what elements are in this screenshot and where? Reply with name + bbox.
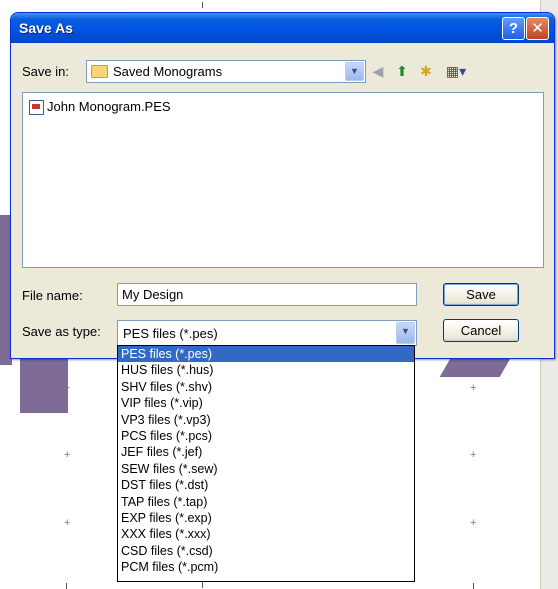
file-type-dropdown[interactable]: PES files (*.pes) HUS files (*.hus) SHV … bbox=[117, 345, 415, 582]
file-name-input[interactable]: My Design bbox=[117, 283, 417, 306]
folder-icon bbox=[91, 65, 108, 78]
dropdown-option[interactable]: PES files (*.pes) bbox=[118, 346, 414, 363]
grid-mark: + bbox=[470, 449, 477, 461]
help-icon[interactable]: ? bbox=[502, 17, 525, 40]
save-in-value: Saved Monograms bbox=[113, 64, 223, 79]
views-menu-icon[interactable]: ▦▾ bbox=[443, 62, 469, 80]
grid-mark: + bbox=[64, 382, 71, 394]
title-bar: Save As ? ✕ bbox=[11, 13, 554, 43]
save-as-dialog: Save As ? ✕ Save in: Saved Monograms ▼ ◀… bbox=[10, 12, 555, 359]
dropdown-option[interactable]: DST files (*.dst) bbox=[118, 477, 414, 493]
grid-mark: + bbox=[470, 517, 477, 529]
chevron-down-icon[interactable]: ▼ bbox=[396, 322, 415, 344]
save-as-type-label: Save as type: bbox=[22, 324, 101, 339]
save-as-type-select[interactable]: PES files (*.pes) ▼ bbox=[117, 320, 417, 346]
dropdown-option[interactable]: JEF files (*.jef) bbox=[118, 444, 414, 460]
back-icon[interactable]: ◀ bbox=[369, 62, 387, 80]
up-folder-icon[interactable]: ⬆ bbox=[393, 62, 411, 80]
file-name-label: File name: bbox=[22, 288, 83, 303]
pes-file-icon bbox=[29, 100, 44, 115]
dropdown-option[interactable]: TAP files (*.tap) bbox=[118, 494, 414, 510]
grid-mark: + bbox=[64, 517, 71, 529]
dropdown-option[interactable]: CSD files (*.csd) bbox=[118, 543, 414, 559]
dialog-title: Save As bbox=[19, 20, 73, 36]
dropdown-option[interactable]: PCM files (*.pcm) bbox=[118, 559, 414, 575]
cancel-button[interactable]: Cancel bbox=[443, 319, 519, 342]
dropdown-option[interactable]: XXX files (*.xxx) bbox=[118, 526, 414, 542]
dropdown-option[interactable]: SEW files (*.sew) bbox=[118, 461, 414, 477]
save-as-type-value: PES files (*.pes) bbox=[123, 326, 218, 341]
save-in-combo[interactable]: Saved Monograms ▼ bbox=[86, 60, 366, 83]
ruler-tick bbox=[202, 582, 203, 588]
ruler-tick bbox=[473, 583, 474, 589]
dropdown-option[interactable]: VP3 files (*.vp3) bbox=[118, 412, 414, 428]
close-icon[interactable]: ✕ bbox=[526, 17, 549, 40]
ruler-tick bbox=[66, 583, 67, 589]
save-button[interactable]: Save bbox=[443, 283, 519, 306]
save-in-label: Save in: bbox=[22, 64, 69, 79]
dropdown-option[interactable]: EXP files (*.exp) bbox=[118, 510, 414, 526]
dropdown-option[interactable]: SHV files (*.shv) bbox=[118, 379, 414, 395]
new-folder-icon[interactable]: ✱ bbox=[417, 62, 435, 80]
dropdown-option[interactable]: HUS files (*.hus) bbox=[118, 362, 414, 378]
file-list[interactable]: John Monogram.PES bbox=[22, 92, 544, 268]
grid-mark: + bbox=[470, 382, 477, 394]
dropdown-option[interactable]: PCS files (*.pcs) bbox=[118, 428, 414, 444]
grid-mark: + bbox=[64, 449, 71, 461]
file-name: John Monogram.PES bbox=[47, 99, 171, 114]
ruler-tick bbox=[202, 2, 203, 8]
dropdown-option[interactable]: VIP files (*.vip) bbox=[118, 395, 414, 411]
design-shape-left-bottom bbox=[20, 355, 68, 413]
chevron-down-icon[interactable]: ▼ bbox=[345, 62, 364, 81]
